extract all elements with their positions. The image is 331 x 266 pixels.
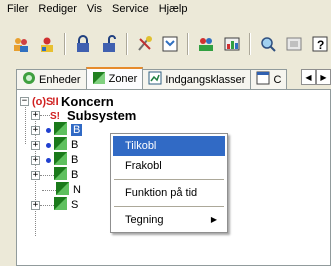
- tree-row[interactable]: N: [31, 181, 81, 197]
- user-icon[interactable]: [36, 33, 58, 55]
- tree-node-subsystem[interactable]: + S! Subsystem: [31, 107, 137, 123]
- toolbar-separator: [125, 33, 128, 55]
- context-menu-item-frakobl[interactable]: Frakobl: [113, 156, 225, 176]
- status-dot-icon: [46, 127, 51, 133]
- context-menu-separator: [114, 179, 224, 180]
- subsystem-label: Subsystem: [67, 107, 137, 123]
- tree-guide-line: [40, 204, 54, 206]
- tab-label: Enheder: [39, 73, 81, 86]
- tab-label: Zoner: [108, 73, 138, 85]
- tree-row[interactable]: + S: [31, 196, 79, 214]
- svg-text:(o)S: (o)S: [32, 96, 53, 108]
- toolbar-separator: [63, 33, 66, 55]
- group-icon[interactable]: [195, 33, 217, 55]
- settings-icon[interactable]: [134, 33, 156, 55]
- tree-row-label: B: [71, 169, 79, 181]
- tree-guide-line: [40, 114, 50, 116]
- svg-text:!E: !E: [52, 96, 58, 108]
- tab-c[interactable]: C: [250, 69, 288, 89]
- tree-guide-line: [40, 174, 54, 176]
- svg-text:S!: S!: [50, 111, 60, 122]
- menu-bar: Filer Rediger Vis Service Hjælp: [0, 0, 331, 18]
- calendar-icon: [256, 71, 270, 88]
- tab-enheder[interactable]: Enheder: [16, 69, 87, 89]
- tab-label: Indgangsklasser: [165, 73, 246, 86]
- units-icon: [22, 71, 36, 88]
- tree-node-root[interactable]: − (o)S !E Koncern: [20, 93, 114, 109]
- tree-row-label: B: [71, 139, 79, 151]
- zone-icon: [54, 196, 68, 214]
- context-menu-separator: [114, 206, 224, 207]
- menu-service[interactable]: Service: [107, 0, 154, 18]
- toolbar-separator: [249, 33, 252, 55]
- tree-row[interactable]: + B: [31, 151, 79, 167]
- users-icon[interactable]: [10, 33, 32, 55]
- tree-row-label: B: [71, 154, 79, 166]
- menu-rediger[interactable]: Rediger: [33, 0, 82, 18]
- tree-row-label: N: [73, 184, 81, 196]
- tab-scroll-right-button[interactable]: ▶: [316, 69, 331, 85]
- expand-icon[interactable]: +: [31, 125, 40, 135]
- tree-row[interactable]: + B: [31, 136, 79, 152]
- context-menu: Tilkobl Frakobl Funktion på tid Tegning …: [110, 133, 228, 233]
- expand-icon[interactable]: +: [31, 155, 40, 165]
- tree-row-label-selected: B: [71, 124, 83, 136]
- root-label: Koncern: [61, 93, 114, 109]
- menu-filer[interactable]: Filer: [2, 0, 33, 18]
- tree-guide-line: [42, 189, 56, 191]
- expand-icon[interactable]: +: [31, 170, 40, 180]
- tree-row[interactable]: + B: [31, 166, 79, 182]
- submenu-arrow-icon: ▶: [210, 215, 217, 224]
- tree-guide-line: [25, 104, 26, 144]
- search-icon[interactable]: [257, 33, 279, 55]
- context-menu-item-label: Tegning: [125, 214, 164, 226]
- tab-scroll-left-button[interactable]: ◀: [301, 69, 316, 85]
- expand-icon[interactable]: +: [31, 200, 40, 210]
- collapse-icon[interactable]: −: [20, 96, 29, 106]
- toolbar: ?: [0, 30, 331, 58]
- context-menu-item-tilkobl[interactable]: Tilkobl: [113, 136, 225, 156]
- tree-row[interactable]: + B: [31, 121, 83, 137]
- context-menu-item-funktion-paa-tid[interactable]: Funktion på tid: [113, 183, 225, 203]
- tab-bar: Enheder Zoner Indgangsklasser C ◀ ▶: [16, 67, 331, 89]
- status-dot-icon: [46, 142, 51, 148]
- svg-text:?: ?: [317, 38, 324, 52]
- window-icon[interactable]: [283, 33, 305, 55]
- menu-vis[interactable]: Vis: [82, 0, 107, 18]
- report-icon[interactable]: [221, 33, 243, 55]
- expand-icon[interactable]: +: [31, 140, 40, 150]
- toolbar-separator: [187, 33, 190, 55]
- tab-label: C: [273, 73, 282, 86]
- filter-icon[interactable]: [160, 33, 182, 55]
- context-menu-item-tegning[interactable]: Tegning ▶: [113, 210, 225, 230]
- tree-row-label: S: [71, 199, 79, 211]
- tab-zoner[interactable]: Zoner: [85, 67, 144, 89]
- access-classes-icon: [148, 71, 162, 88]
- lock-icon[interactable]: [72, 33, 94, 55]
- tab-indgangsklasser[interactable]: Indgangsklasser: [142, 69, 252, 89]
- help-icon[interactable]: ?: [309, 33, 331, 55]
- company-logo-icon: (o)S !E: [32, 94, 58, 108]
- expand-icon[interactable]: +: [31, 110, 40, 120]
- status-dot-icon: [46, 157, 51, 163]
- menu-hjaelp[interactable]: Hjælp: [154, 0, 193, 18]
- tab-scroll: ◀ ▶: [301, 69, 331, 85]
- unlock-icon[interactable]: [98, 33, 120, 55]
- zones-icon: [92, 71, 106, 88]
- subsystem-icon: S!: [50, 108, 64, 122]
